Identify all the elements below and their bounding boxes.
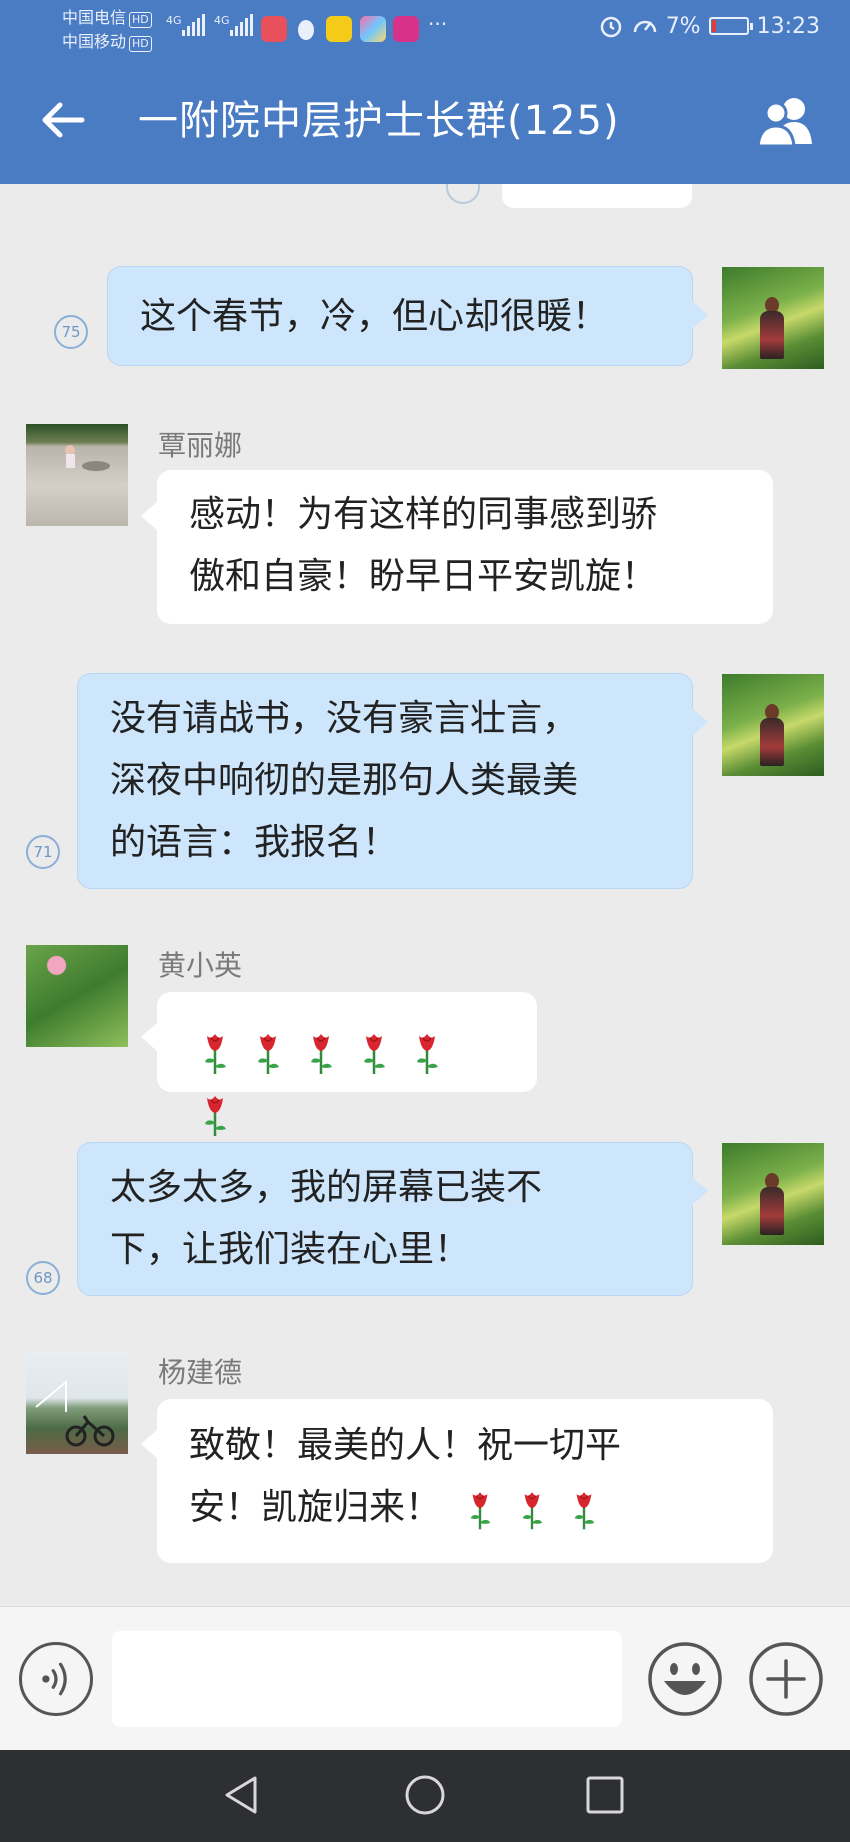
message-line: 太多太多，我的屏幕已装不 [110, 1167, 543, 1208]
bubble-tail [692, 1177, 708, 1205]
avatar[interactable] [722, 267, 824, 369]
calendar-app-icon [261, 16, 287, 42]
message-bubble-self[interactable]: 这个春节，冷，但心却很暖！ [107, 266, 693, 366]
bubble-tail [141, 502, 157, 530]
rose-emoji-icon [467, 1487, 493, 1531]
carrier-1: 中国电信 [62, 8, 127, 27]
triangle-back-icon[interactable] [217, 1770, 267, 1820]
alarm-icon [600, 16, 621, 38]
rose-emoji-icon [307, 1030, 335, 1074]
battery-icon [708, 17, 753, 35]
rose-emoji-icon [201, 1030, 229, 1074]
avatar[interactable] [26, 1352, 128, 1454]
unread-count-partial [446, 184, 480, 204]
chat-header: 一附院中层护士长群(125) [0, 60, 850, 184]
message-input-bar [0, 1606, 850, 1750]
circle-home-icon[interactable] [400, 1770, 450, 1820]
message-bubble-other[interactable]: 感动！为有这样的同事感到骄 傲和自豪！盼早日平安凯旋！ [157, 470, 773, 624]
battery-percent: 7% [665, 13, 701, 39]
message-bubble-other[interactable] [157, 992, 537, 1092]
unread-count: 75 [54, 315, 88, 349]
avatar[interactable] [26, 424, 128, 526]
system-nav-bar [0, 1750, 850, 1842]
previous-message-partial [502, 184, 692, 208]
message-list[interactable]: 75 这个春节，冷，但心却很暖！ 覃丽娜 感动！为有这样的同事感到骄 傲和自豪！… [0, 184, 850, 1606]
unread-count: 71 [26, 835, 60, 869]
sender-name: 覃丽娜 [158, 429, 243, 462]
carrier-info: 中国电信 HD 中国移动 HD [62, 6, 152, 54]
hd-badge: HD [129, 36, 152, 52]
sender-name: 杨建德 [158, 1356, 243, 1389]
group-title: 一附院中层护士长群(125) [138, 98, 620, 144]
rose-emoji-icon [201, 1092, 229, 1136]
message-line: 的语言：我报名！ [110, 822, 399, 863]
network-type: 4G [166, 14, 182, 27]
more-notifications-icon: ··· [428, 12, 448, 36]
square-recents-icon[interactable] [580, 1770, 630, 1820]
message-bubble-other[interactable]: 致敬！最美的人！祝一切平 安！凯旋归来！ [157, 1399, 773, 1563]
hd-badge: HD [129, 12, 152, 28]
signal-icon [230, 14, 253, 36]
rose-emoji-icon [413, 1030, 441, 1074]
message-line: 致敬！最美的人！祝一切平 [189, 1425, 622, 1466]
rose-emoji-icon [360, 1030, 388, 1074]
message-input[interactable] [112, 1631, 622, 1727]
signal-icon [182, 14, 205, 36]
speed-gauge-icon [633, 20, 656, 33]
rose-emoji-icon [519, 1487, 545, 1531]
photos-app-icon [360, 16, 386, 42]
avatar[interactable] [722, 674, 824, 776]
bubble-tail [692, 708, 708, 736]
message-line: 安！凯旋归来！ [189, 1487, 442, 1528]
sender-name: 黄小英 [158, 949, 243, 982]
back-arrow-icon[interactable] [38, 95, 88, 145]
status-bar: 中国电信 HD 中国移动 HD 4G 4G ··· 7% 13:23 [0, 0, 850, 60]
carrier-2: 中国移动 [62, 32, 127, 51]
shopping-app-icon [393, 16, 419, 42]
clock: 13:23 [756, 13, 820, 39]
group-members-icon[interactable] [754, 94, 820, 148]
message-bubble-self[interactable]: 太多太多，我的屏幕已装不 下，让我们装在心里！ [77, 1142, 693, 1296]
bubble-tail [141, 1430, 157, 1458]
avatar[interactable] [722, 1143, 824, 1245]
network-type: 4G [214, 14, 230, 27]
message-line: 感动！为有这样的同事感到骄 [189, 494, 658, 535]
emoji-row [441, 1487, 597, 1528]
rose-emoji-icon [254, 1030, 282, 1074]
bubble-tail [692, 301, 708, 329]
status-right: 7% 13:23 [598, 13, 820, 39]
message-line: 下，让我们装在心里！ [110, 1229, 471, 1270]
message-line: 傲和自豪！盼早日平安凯旋！ [189, 556, 658, 597]
voice-icon[interactable] [19, 1642, 93, 1716]
message-text: 这个春节，冷，但心却很暖！ [140, 296, 609, 337]
meituan-app-icon [326, 16, 352, 42]
message-line: 没有请战书，没有豪言壮言， [110, 698, 579, 739]
emoji-row [201, 1030, 466, 1133]
message-line: 深夜中响彻的是那句人类最美 [110, 760, 579, 801]
message-bubble-self[interactable]: 没有请战书，没有豪言壮言， 深夜中响彻的是那句人类最美 的语言：我报名！ [77, 673, 693, 889]
bubble-tail [141, 1023, 157, 1051]
unread-count: 68 [26, 1261, 60, 1295]
qq-penguin-icon [293, 16, 319, 42]
rose-emoji-icon [571, 1487, 597, 1531]
avatar[interactable] [26, 945, 128, 1047]
smiley-icon[interactable] [647, 1641, 723, 1717]
plus-icon[interactable] [748, 1641, 824, 1717]
